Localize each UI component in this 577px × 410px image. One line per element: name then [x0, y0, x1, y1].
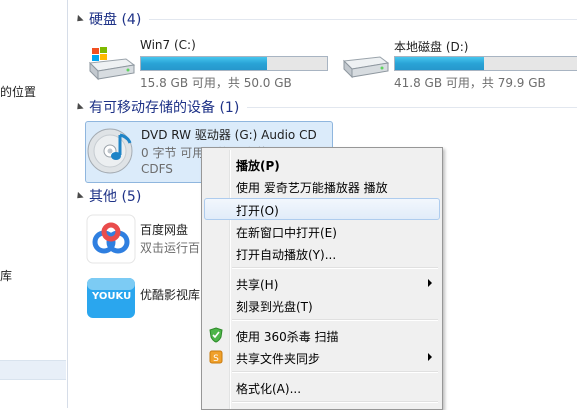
submenu-arrow-icon [428, 353, 432, 361]
drive-filesystem: CDFS [141, 162, 173, 176]
item-description: 双击运行百 [140, 241, 201, 255]
collapse-arrow-icon[interactable] [74, 102, 84, 112]
menu-item-open[interactable]: 打开(O) [204, 198, 440, 220]
section-title: 有可移动存储的设备 (1) [89, 100, 240, 116]
section-divider [247, 106, 577, 108]
section-other[interactable]: 其他 (5) [74, 186, 185, 206]
menu-item-open-autoplay[interactable]: 打开自动播放(Y)... [204, 242, 440, 264]
menu-item-label: 格式化(A)... [236, 382, 302, 396]
youku-library-item[interactable]: YOUKU 优酷影视库 [86, 276, 202, 322]
menu-item-label: 打开自动播放(Y)... [236, 248, 337, 262]
menu-item-label: 播放(P) [236, 159, 280, 173]
youku-logo-text: YOUKU [92, 291, 132, 302]
drive-usage-fill [141, 57, 268, 70]
section-hard-disks[interactable]: 硬盘 (4) [74, 9, 577, 29]
drive-usage-fill [395, 57, 485, 70]
drive-d[interactable]: 本地磁盘 (D:) 41.8 GB 可用，共 79.9 GB [340, 37, 577, 90]
collapse-arrow-icon[interactable] [74, 14, 84, 24]
submenu-arrow-icon [428, 279, 432, 287]
menu-separator [232, 319, 438, 321]
drive-c[interactable]: Win7 (C:) 15.8 GB 可用，共 50.0 GB [86, 37, 336, 90]
sidebar-item-locations[interactable]: 的位置 [0, 83, 36, 100]
drive-name: Win7 (C:) [140, 38, 196, 52]
menu-separator [232, 371, 438, 373]
hard-drive-icon [342, 56, 390, 79]
drive-name: DVD RW 驱动器 (G:) Audio CD [141, 128, 317, 142]
menu-item-open-new-window[interactable]: 在新窗口中打开(E) [204, 220, 440, 242]
drive-name: 本地磁盘 (D:) [394, 40, 469, 54]
sync-folder-icon: S [209, 350, 223, 364]
drive-usage-bar [140, 56, 328, 71]
sidebar-item-libraries[interactable]: 库 [0, 267, 12, 284]
shield-360-icon [209, 327, 223, 343]
collapse-arrow-icon[interactable] [74, 191, 84, 201]
context-menu: 播放(P) 使用 爱奇艺万能播放器 播放 打开(O) 在新窗口中打开(E) 打开… [201, 147, 443, 410]
menu-item-play-with-iqiyi[interactable]: 使用 爱奇艺万能播放器 播放 [204, 175, 440, 197]
item-name: 优酷影视库 [140, 288, 201, 302]
svg-text:S: S [213, 354, 219, 364]
baidu-netdisk-icon [86, 214, 136, 264]
menu-item-play[interactable]: 播放(P) [204, 153, 440, 175]
menu-item-label: 刻录到光盘(T) [236, 300, 313, 314]
sidebar-item-selected[interactable] [0, 360, 66, 380]
section-title: 其他 (5) [89, 189, 142, 205]
menu-item-share-folder-sync[interactable]: S 共享文件夹同步 [204, 346, 440, 368]
section-removable-storage[interactable]: 有可移动存储的设备 (1) [74, 97, 577, 117]
menu-item-burn-to-disc[interactable]: 刻录到光盘(T) [204, 294, 440, 316]
menu-separator [232, 401, 438, 403]
section-divider [149, 18, 577, 20]
menu-item-label: 打开(O) [236, 204, 279, 218]
menu-item-label: 共享文件夹同步 [236, 352, 321, 366]
menu-item-label: 在新窗口中打开(E) [236, 226, 337, 240]
menu-item-label: 使用 爱奇艺万能播放器 播放 [236, 181, 388, 195]
item-name: 百度网盘 [140, 223, 189, 237]
audio-cd-icon [87, 128, 133, 174]
navigation-pane: 的位置 库 [0, 0, 68, 408]
menu-item-label: 共享(H) [236, 278, 279, 292]
section-title: 硬盘 (4) [89, 12, 142, 28]
drive-free-space: 41.8 GB 可用，共 79.9 GB [394, 76, 546, 90]
menu-item-360-scan[interactable]: 使用 360杀毒 扫描 [204, 324, 440, 346]
baidu-netdisk-item[interactable]: 百度网盘 双击运行百 [86, 214, 202, 264]
menu-item-format[interactable]: 格式化(A)... [204, 376, 440, 398]
menu-separator [232, 267, 438, 269]
hard-drive-windows-icon [88, 47, 136, 81]
menu-item-label: 使用 360杀毒 扫描 [236, 330, 339, 344]
drive-usage-bar [394, 56, 577, 71]
menu-item-share[interactable]: 共享(H) [204, 272, 440, 294]
drive-free-space: 15.8 GB 可用，共 50.0 GB [140, 76, 292, 90]
